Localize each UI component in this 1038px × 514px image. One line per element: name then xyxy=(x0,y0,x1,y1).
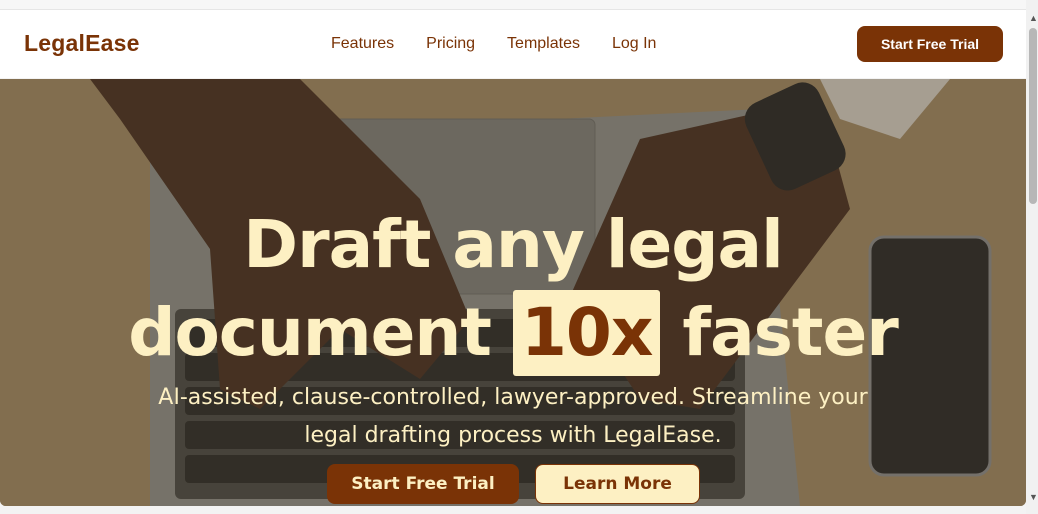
header-start-trial-button[interactable]: Start Free Trial xyxy=(857,26,1003,62)
headline-line2-post: faster xyxy=(682,294,898,372)
nav-link-pricing[interactable]: Pricing xyxy=(426,35,475,53)
headline-line1: Draft any legal xyxy=(243,206,783,284)
scroll-down-icon[interactable]: ▼ xyxy=(1029,492,1038,502)
hero-start-trial-button[interactable]: Start Free Trial xyxy=(327,464,519,504)
headline-highlight: 10x xyxy=(512,290,661,377)
hero-learn-more-button[interactable]: Learn More xyxy=(535,464,700,504)
site-header: LegalEase Features Pricing Templates Log… xyxy=(0,10,1026,78)
main-nav: Features Pricing Templates Log In xyxy=(331,35,688,53)
headline-line2-pre: document xyxy=(128,294,492,372)
page-bottom-strip xyxy=(0,506,1026,514)
nav-link-features[interactable]: Features xyxy=(331,35,394,53)
scrollbar-thumb[interactable] xyxy=(1029,28,1037,204)
browser-top-strip xyxy=(0,0,1026,10)
nav-link-templates[interactable]: Templates xyxy=(507,35,580,53)
nav-link-login[interactable]: Log In xyxy=(612,35,656,53)
hero-section: Draft any legal document 10x faster AI-a… xyxy=(0,79,1026,506)
hero-subtitle: AI-assisted, clause-controlled, lawyer-a… xyxy=(158,385,868,448)
brand-logo[interactable]: LegalEase xyxy=(24,30,140,57)
scroll-up-icon[interactable]: ▲ xyxy=(1029,13,1038,23)
hero-headline: Draft any legal document 10x faster xyxy=(0,201,1026,377)
